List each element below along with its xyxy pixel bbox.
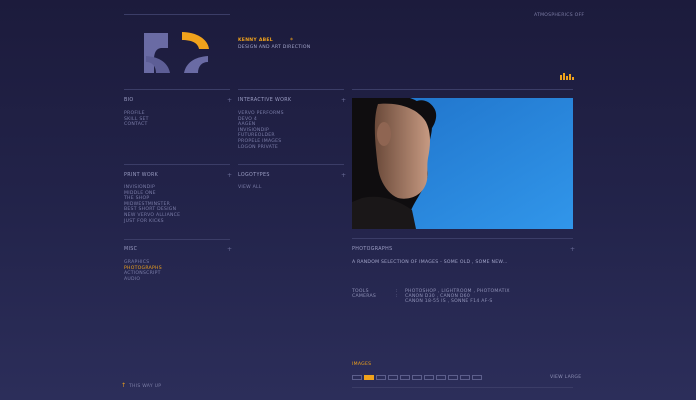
image-thumb[interactable] [400,375,410,380]
image-thumb[interactable] [376,375,386,380]
logotypes-view-all[interactable]: VIEW ALL [238,185,262,191]
print-work-list: INVISIONDIP MIDDLE ONE THE SHOP MIDWESTM… [124,185,180,224]
interactive-divider [238,89,344,90]
designer-tagline: DESIGN AND ART DIRECTION [238,45,311,50]
photographs-title: PHOTOGRAPHS [352,247,393,252]
photo-top-divider [352,89,573,90]
image-thumb[interactable] [460,375,470,380]
atmospherics-toggle[interactable]: ATMOSPHERICS OFF [534,13,584,19]
print-work-title[interactable]: PRINT WORK [124,173,158,178]
cameras-value-2: CANON 18-55 IS , SONNE F14 AF-S [405,299,493,304]
image-thumb[interactable] [352,375,362,380]
interactive-work-list: VERVO PERFORMS DEVO 4 AAGEN INVISIONDIP … [238,111,284,150]
image-thumb[interactable] [412,375,422,380]
print-item[interactable]: JUST FOR KICKS [124,219,180,225]
misc-list: GRAPHICS PHOTOGRAPHS ACTIONSCRIPT AUDIO [124,260,162,282]
equalizer-icon[interactable] [560,73,574,80]
logo-mark[interactable] [142,29,212,75]
interactive-item[interactable]: VERVO PERFORMS [238,111,284,117]
misc-item-actionscript[interactable]: ACTIONSCRIPT [124,271,162,277]
print-item[interactable]: NEW VERVO ALLIANCE [124,213,180,219]
featured-photograph[interactable] [352,98,573,229]
image-thumbnails [352,375,482,380]
top-divider [124,14,230,15]
interactive-item[interactable]: LOGON PRIVATE [238,145,284,151]
misc-expand-icon[interactable]: + [227,247,232,253]
logotypes-list: VIEW ALL [238,185,262,191]
bio-divider [124,89,230,90]
cameras-label: CAMERAS [352,294,377,299]
misc-item-audio[interactable]: AUDIO [124,277,162,283]
logotypes-divider [238,164,344,165]
view-large-link[interactable]: VIEW LARGE [550,375,581,381]
print-expand-icon[interactable]: + [227,173,232,179]
logotypes-title[interactable]: LOGOTYPES [238,173,270,178]
image-thumb-active[interactable] [364,375,374,380]
logotypes-expand-icon[interactable]: + [341,173,346,179]
images-label: IMAGES [352,362,372,367]
up-arrow-icon[interactable]: ↑ [121,382,126,389]
image-thumb[interactable] [388,375,398,380]
interactive-expand-icon[interactable]: + [341,98,346,104]
bio-item-contact[interactable]: CONTACT [124,122,149,128]
photographs-description: A RANDOM SELECTION OF IMAGES - SOME OLD … [352,260,508,265]
images-divider [352,387,573,388]
image-thumb[interactable] [436,375,446,380]
print-divider [124,164,230,165]
image-thumb[interactable] [448,375,458,380]
photo-info-divider [352,238,573,239]
interactive-item[interactable]: PROPELE IMAGES [238,139,284,145]
cameras-separator: : [396,294,398,299]
interactive-work-title[interactable]: INTERACTIVE WORK [238,98,291,103]
image-thumb[interactable] [424,375,434,380]
image-thumb[interactable] [472,375,482,380]
photographs-expand-icon[interactable]: + [570,247,575,253]
misc-divider [124,239,230,240]
bio-title[interactable]: BIO [124,98,134,103]
name-asterisk: * [290,37,293,44]
misc-title[interactable]: MISC [124,247,137,252]
this-way-up-link[interactable]: THIS WAY UP [129,384,161,390]
bio-expand-icon[interactable]: + [227,98,232,104]
bio-list: PROFILE SKILL SET CONTACT [124,111,149,128]
designer-name: KENNY ABEL [238,38,273,43]
